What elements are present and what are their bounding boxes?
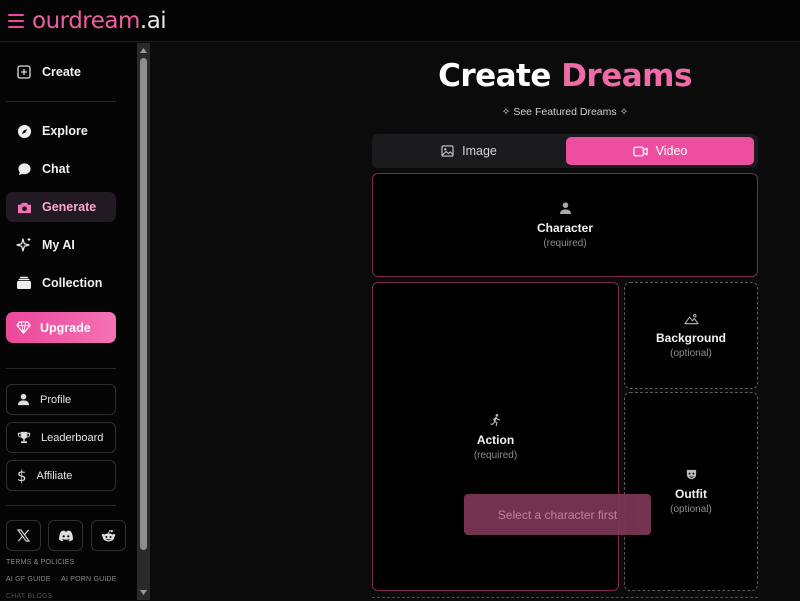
logo-brand: ourdream <box>32 7 140 34</box>
tab-video[interactable]: Video <box>566 137 754 165</box>
sidebar-item-label: My AI <box>42 238 75 252</box>
discord-icon[interactable] <box>48 520 83 551</box>
title-plain: Create <box>438 58 551 94</box>
see-featured-dreams-link[interactable]: ✧ See Featured Dreams ✧ <box>372 106 758 118</box>
profile-button[interactable]: Profile <box>6 384 116 415</box>
featured-label: See Featured Dreams <box>513 106 617 118</box>
upgrade-button[interactable]: Upgrade <box>6 312 116 343</box>
affiliate-button[interactable]: $ Affiliate <box>6 460 116 491</box>
menu-icon[interactable] <box>8 13 24 28</box>
chat-blogs-link[interactable]: CHAT BLOGS <box>6 593 52 600</box>
sidebar-item-label: Collection <box>42 276 103 290</box>
profile-label: Profile <box>40 393 72 406</box>
mountain-icon <box>683 313 699 325</box>
sidebar-item-label: Chat <box>42 162 70 176</box>
logo-tld: .ai <box>139 7 167 34</box>
logo[interactable]: ourdream.ai <box>32 7 167 34</box>
select-character-first-button[interactable]: Select a character first <box>464 494 651 535</box>
affiliate-label: Affiliate <box>36 469 73 482</box>
sparkle-icon: ✧ <box>501 106 511 118</box>
image-icon <box>441 145 454 157</box>
character-slot[interactable]: Character (required) <box>372 173 758 277</box>
tab-image[interactable]: Image <box>375 137 563 165</box>
top-bar: ourdream.ai <box>0 0 800 42</box>
ai-gf-guide-label: AI GF GUIDE <box>6 576 51 583</box>
trophy-icon <box>17 431 31 444</box>
divider <box>6 505 116 506</box>
character-requirement: (required) <box>543 238 587 249</box>
terms-link[interactable]: TERMS & POLICIES <box>6 559 75 566</box>
character-label: Character <box>536 221 594 235</box>
camera-icon <box>16 199 32 215</box>
sidebar-item-chat[interactable]: Chat <box>6 154 116 184</box>
sidebar-item-label: Explore <box>42 124 88 138</box>
plus-square-icon <box>16 64 32 80</box>
sparkle-icon: ✧ <box>619 106 629 118</box>
user-icon <box>17 393 30 406</box>
tab-video-label: Video <box>655 144 688 158</box>
page-title: Create Dreams <box>372 58 758 94</box>
outfit-label: Outfit <box>675 487 707 501</box>
sidebar-item-my-ai[interactable]: My AI <box>6 230 116 260</box>
sidebar-item-collection[interactable]: Collection <box>6 268 116 298</box>
reddit-icon[interactable] <box>91 520 126 551</box>
video-camera-icon <box>632 146 648 157</box>
upgrade-label: Upgrade <box>40 320 91 335</box>
separator-dot: · <box>54 576 58 583</box>
sidebar: Create Explore Chat Generate My AI Colle… <box>0 43 137 600</box>
background-slot[interactable]: Background (optional) <box>624 282 758 389</box>
action-slot[interactable]: Action (required) <box>372 282 619 591</box>
leaderboard-button[interactable]: Leaderboard <box>6 422 116 453</box>
user-icon <box>559 201 572 215</box>
scrollbar-thumb[interactable] <box>140 58 147 550</box>
ai-gf-guide-link[interactable]: AI GF GUIDE · AI PORN GUIDE <box>6 576 117 583</box>
next-slot-edge <box>372 597 758 601</box>
outfit-requirement: (optional) <box>670 504 712 515</box>
outfit-slot[interactable]: Outfit (optional) <box>624 392 758 591</box>
action-requirement: (required) <box>473 449 518 461</box>
chat-bubble-icon <box>16 161 32 177</box>
scroll-up-arrow-icon[interactable] <box>138 45 149 56</box>
sidebar-item-label: Create <box>42 65 81 79</box>
background-label: Background <box>655 330 726 345</box>
compass-icon <box>16 123 32 139</box>
sparkles-icon <box>16 237 32 253</box>
ai-porn-guide-link[interactable]: AI PORN GUIDE <box>61 576 117 583</box>
running-person-icon <box>489 413 502 427</box>
background-requirement: (optional) <box>670 347 712 359</box>
divider <box>6 101 116 102</box>
sidebar-item-explore[interactable]: Explore <box>6 116 116 146</box>
sidebar-item-create[interactable]: Create <box>6 57 116 87</box>
diamond-icon <box>16 321 31 334</box>
tab-image-label: Image <box>462 144 497 158</box>
dollar-icon: $ <box>17 466 27 485</box>
stack-icon <box>16 275 32 291</box>
x-icon[interactable] <box>6 520 41 551</box>
divider <box>6 368 116 369</box>
media-type-toggle: Image Video <box>372 134 758 168</box>
theater-mask-icon <box>685 468 698 481</box>
scroll-down-arrow-icon[interactable] <box>138 587 149 598</box>
sidebar-item-generate[interactable]: Generate <box>6 192 116 222</box>
action-label: Action <box>476 432 515 447</box>
title-accent: Dreams <box>561 58 692 94</box>
sidebar-item-label: Generate <box>42 200 97 214</box>
leaderboard-label: Leaderboard <box>41 431 104 444</box>
